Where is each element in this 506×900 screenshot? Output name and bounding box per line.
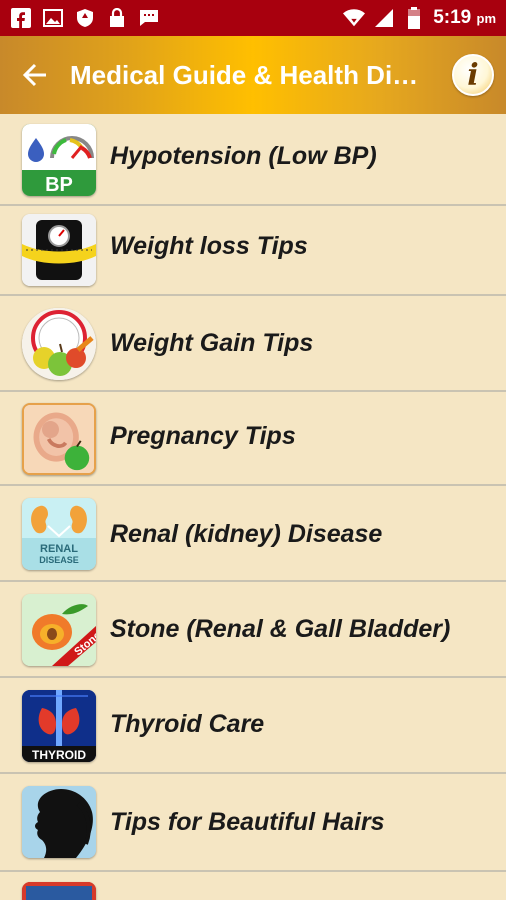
- list-item-label: Renal (kidney) Disease: [110, 520, 383, 548]
- message-icon: [138, 7, 160, 29]
- clock: 5:19 pm: [433, 7, 496, 28]
- image-icon: [42, 7, 64, 29]
- kidney-icon: RENAL DISEASE: [22, 498, 96, 570]
- list-item[interactable]: BP Hypotension (Low BP): [0, 114, 506, 206]
- bp-meter-icon: BP: [22, 124, 96, 196]
- wifi-icon: [343, 7, 366, 29]
- list-item[interactable]: [0, 872, 506, 900]
- list-item[interactable]: Weight Gain Tips: [0, 296, 506, 392]
- facebook-icon: [10, 7, 32, 29]
- hair-silhouette-icon: [22, 786, 96, 858]
- svg-text:RENAL: RENAL: [40, 543, 78, 555]
- list-item[interactable]: THYROID Thyroid Care: [0, 678, 506, 774]
- status-bar: 5:19 pm: [0, 0, 506, 36]
- battery-icon: [403, 7, 425, 29]
- list-item[interactable]: Stone Stone (Renal & Gall Bladder): [0, 582, 506, 678]
- list-item-label: Weight loss Tips: [110, 232, 308, 260]
- arrow-left-icon: [22, 63, 46, 87]
- page-title: Medical Guide & Health Di…: [70, 59, 419, 90]
- stone-fruit-icon: Stone: [22, 594, 96, 666]
- info-icon: i: [467, 57, 479, 93]
- list-item-label: Stone (Renal & Gall Bladder): [110, 615, 451, 643]
- list-item[interactable]: Weight loss Tips: [0, 206, 506, 296]
- list-item[interactable]: RENAL DISEASE Renal (kidney) Disease: [0, 486, 506, 582]
- thyroid-icon: THYROID: [22, 690, 96, 762]
- shield-icon: [74, 7, 96, 29]
- back-button[interactable]: [0, 36, 70, 114]
- list-item-label: Tips for Beautiful Hairs: [110, 808, 385, 836]
- list-item-label: Weight Gain Tips: [110, 329, 314, 357]
- pregnancy-icon: [22, 403, 96, 475]
- list-item[interactable]: Tips for Beautiful Hairs: [0, 774, 506, 872]
- scale-tape-icon: [22, 214, 96, 286]
- app-bar: Medical Guide & Health Di… i: [0, 36, 506, 114]
- svg-text:THYROID: THYROID: [32, 748, 86, 762]
- fruits-scale-icon: [22, 308, 96, 380]
- signal-icon: [373, 7, 395, 29]
- list-item-label: Pregnancy Tips: [110, 422, 296, 450]
- list-item-label: Hypotension (Low BP): [110, 142, 377, 170]
- topic-list: BP Hypotension (Low BP) Weight loss Tips: [0, 114, 506, 900]
- partial-item-thumbnail: [22, 882, 96, 900]
- list-item-label: Thyroid Care: [110, 710, 265, 738]
- lock-icon: [106, 7, 128, 29]
- list-item[interactable]: Pregnancy Tips: [0, 392, 506, 486]
- svg-text:DISEASE: DISEASE: [39, 555, 79, 565]
- svg-text:BP: BP: [45, 174, 73, 196]
- info-button[interactable]: i: [452, 54, 494, 96]
